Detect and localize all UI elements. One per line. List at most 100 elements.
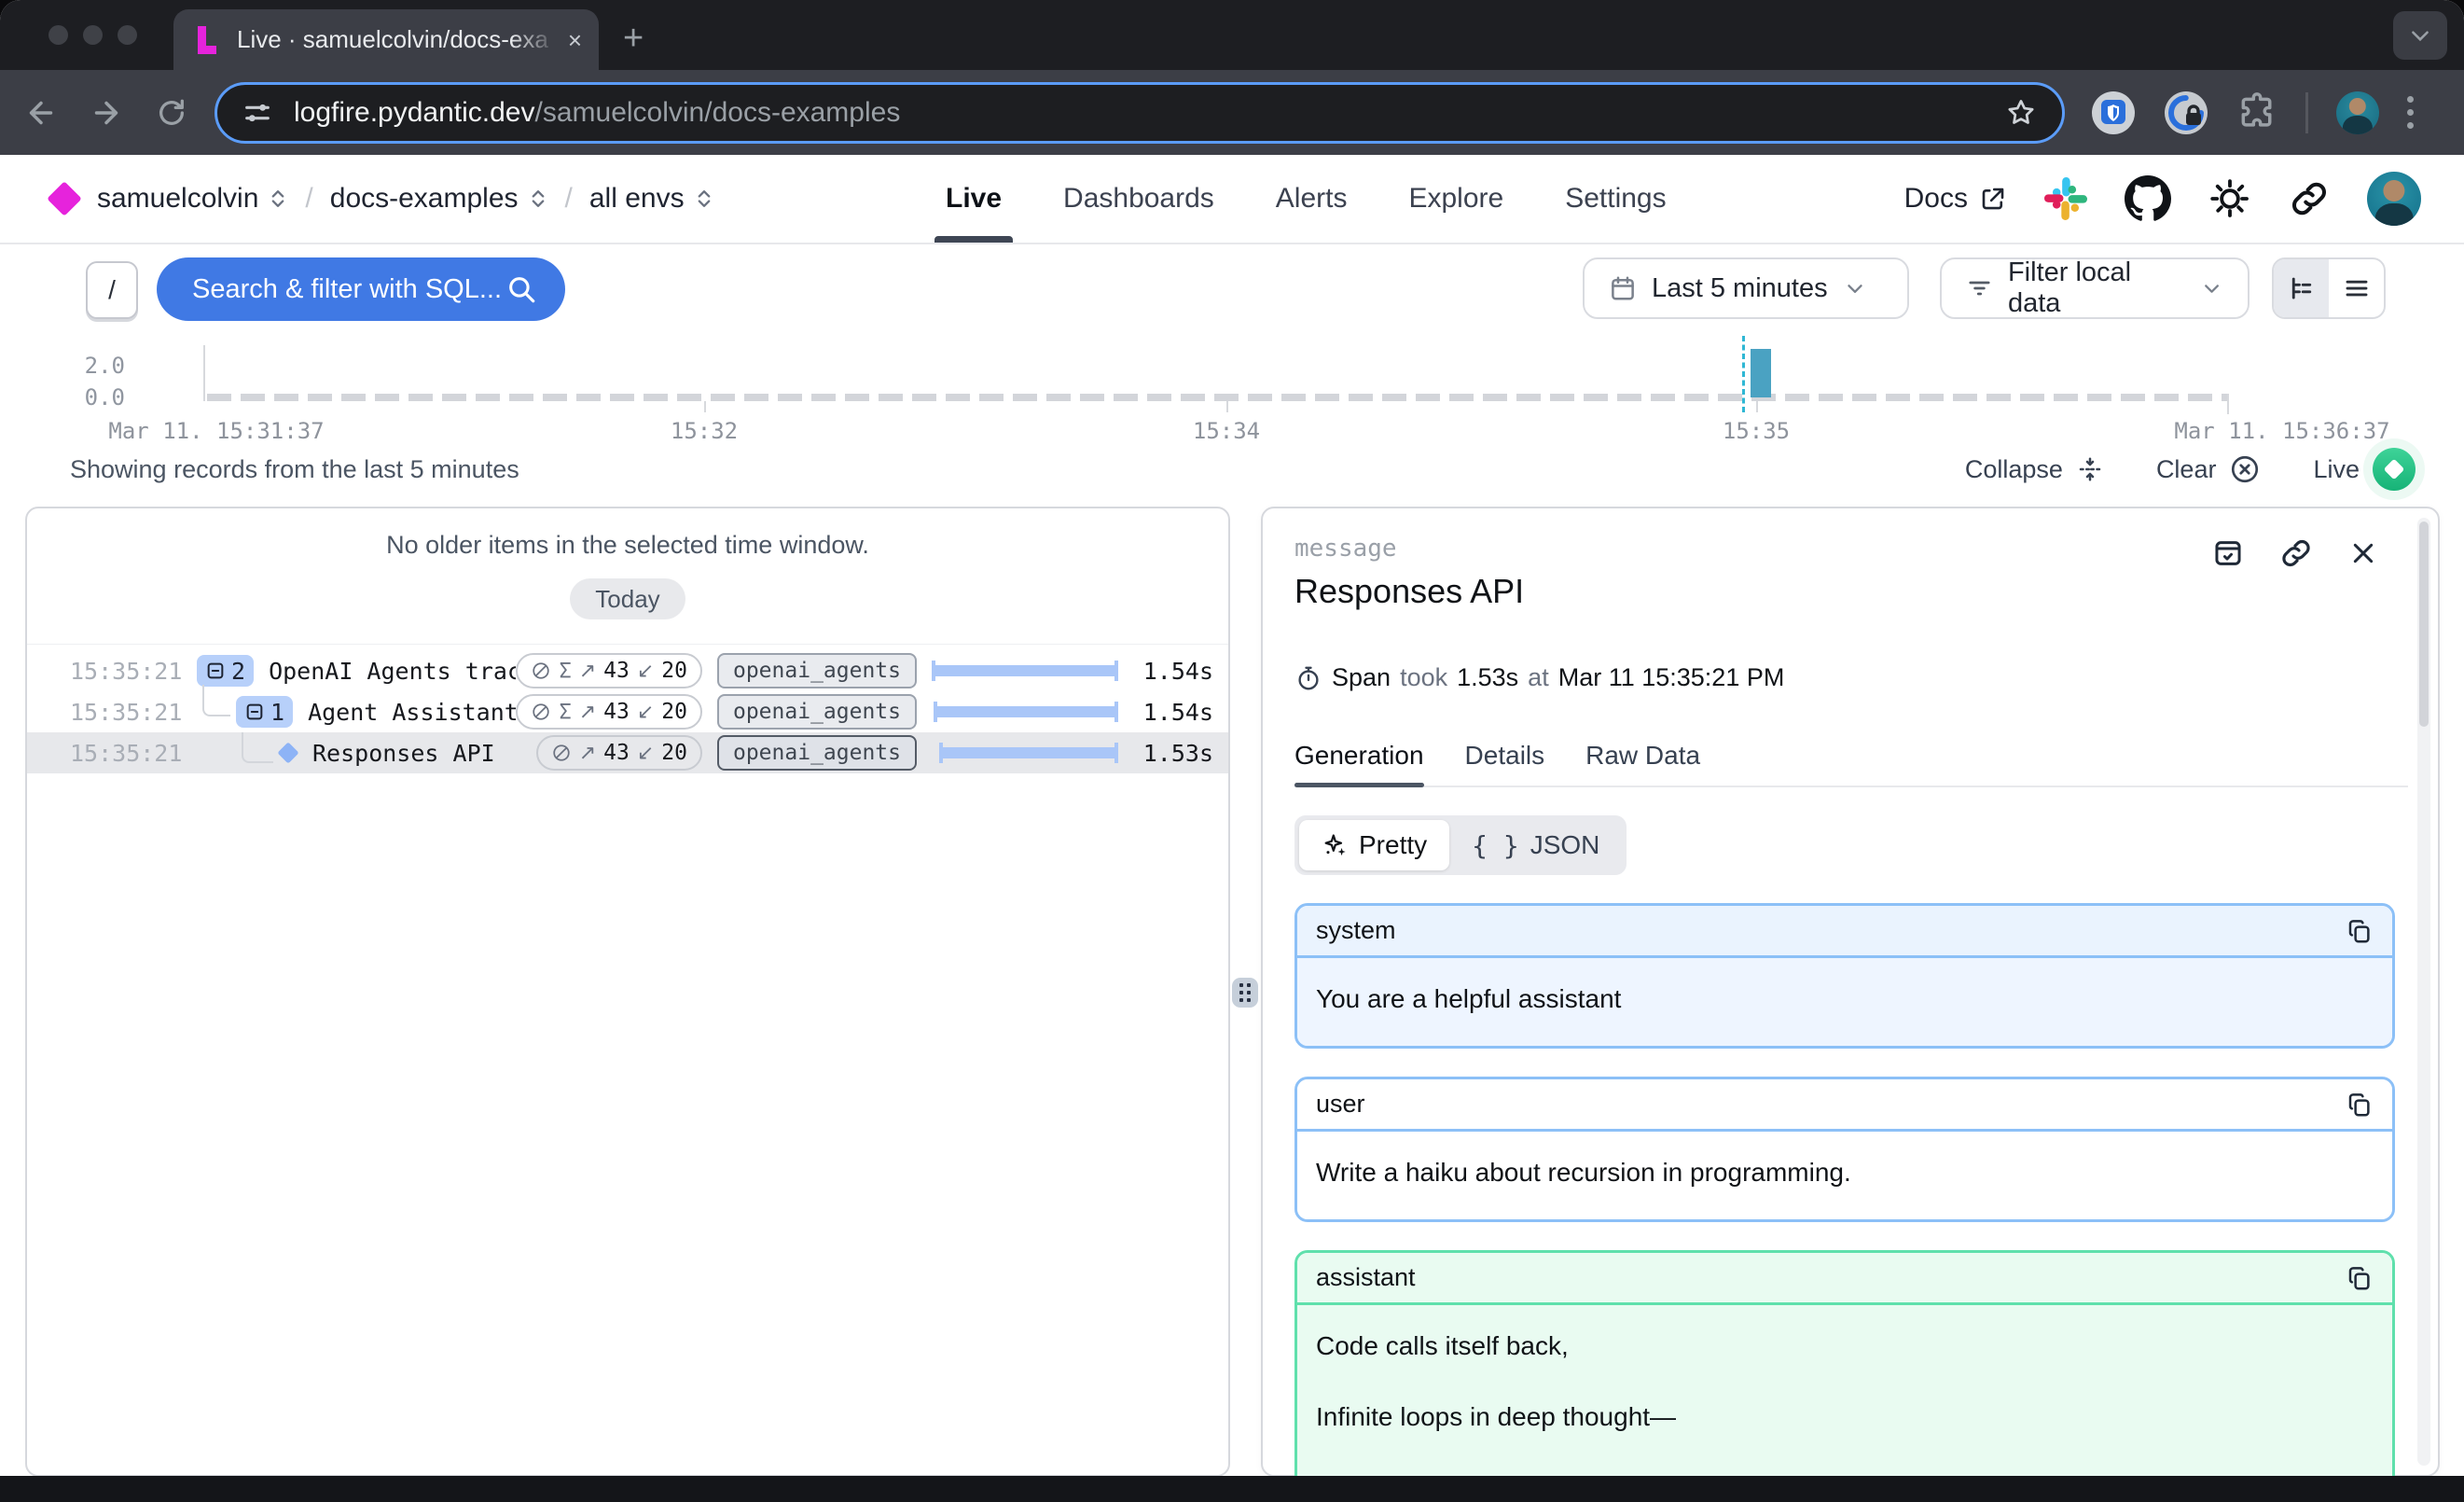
docs-link[interactable]: Docs [1904,183,2007,215]
bookmark-star-icon[interactable] [2004,96,2038,130]
tree-view-button[interactable] [2274,259,2329,317]
link-icon[interactable] [2279,536,2313,570]
message-card-system: system You are a helpful assistant [1294,903,2395,1049]
duration-bar [932,665,1118,676]
search-input[interactable]: Search & filter with SQL... [157,257,565,321]
tab-details[interactable]: Details [1465,741,1545,786]
tab-raw-data[interactable]: Raw Data [1585,741,1700,786]
reload-button[interactable] [151,92,192,133]
tune-icon[interactable] [242,97,273,129]
time-range-dropdown[interactable]: Last 5 minutes [1583,257,1909,319]
chevron-down-icon [2408,23,2432,48]
breadcrumb-org[interactable]: samuelcolvin [97,183,288,215]
url-text[interactable]: logfire.pydantic.dev/samuelcolvin/docs-e… [294,97,2004,129]
record-time: 15:35:21 [70,740,189,767]
live-toggle[interactable]: Live [2313,448,2416,491]
panel-resize-handle[interactable] [1232,978,1258,1008]
timeline-chart[interactable]: 2.0 0.0 Mar 11. 15:31:37 15:32 15:34 15:… [0,328,2464,442]
scope-tag[interactable]: openai_agents [717,653,917,688]
chevrons-up-down-icon [694,187,714,211]
collapse-vertical-icon [2076,455,2104,483]
sun-icon[interactable] [2208,177,2251,220]
browser-tab[interactable]: Live · samuelcolvin/docs-exa × [173,9,599,70]
y-axis [203,345,205,401]
tokens-in-icon: ↗ [579,741,596,765]
list-view-button[interactable] [2329,259,2384,317]
nav-tab-live[interactable]: Live [942,155,1005,243]
token-usage-pill[interactable]: ↗43 ↙20 [536,735,702,771]
records-empty-zone: No older items in the selected time wind… [27,508,1228,645]
github-icon[interactable] [2125,175,2171,222]
record-time: 15:35:21 [70,658,189,685]
collapse-badge[interactable]: 1 [236,696,293,728]
window-controls[interactable] [48,25,137,45]
message-card-user: user Write a haiku about recursion in pr… [1294,1077,2395,1222]
local-filter-dropdown[interactable]: Filter local data [1940,257,2249,319]
pretty-button[interactable]: Pretty [1299,820,1449,870]
detail-scrollbar[interactable] [2417,518,2430,1466]
puzzle-extensions-icon[interactable] [2236,92,2277,133]
scope-tag[interactable]: openai_agents [717,694,917,730]
bitwarden-icon[interactable] [2091,90,2136,135]
privacy-extension-icon[interactable] [2164,90,2208,135]
toolbar-separator [2305,92,2308,133]
record-time: 15:35:21 [70,699,189,726]
record-row[interactable]: 15:35:21 1 Agent Assistant Σ ↗43 ↙20 ope… [27,691,1228,732]
duration-bar-cell [932,742,1124,764]
span-meta: Span took 1.53s at Mar 11 15:35:21 PM [1294,663,2406,692]
header-actions: Docs [1904,155,2421,243]
message-text: Code calls itself back, Infinite loops i… [1297,1305,2392,1502]
window-zoom-button[interactable] [118,25,137,45]
back-button[interactable] [21,92,62,133]
tab-search-button[interactable] [2393,11,2447,60]
token-usage-pill[interactable]: Σ ↗43 ↙20 [516,694,702,730]
new-tab-button[interactable]: + [623,21,644,56]
slash-shortcut-key[interactable]: / [86,261,138,319]
nav-tab-dashboards[interactable]: Dashboards [1059,155,1218,243]
browser-menu-button[interactable] [2407,96,2414,129]
copy-icon[interactable] [2346,1091,2374,1119]
search-placeholder: Search & filter with SQL... [192,274,505,305]
copy-icon[interactable] [2346,917,2374,945]
stopwatch-icon [1294,664,1322,692]
slack-icon[interactable] [2044,177,2087,220]
window-close-button[interactable] [48,25,68,45]
browser-profile-avatar[interactable] [2336,91,2379,134]
nav-tab-alerts[interactable]: Alerts [1272,155,1351,243]
nav-tab-settings[interactable]: Settings [1561,155,1669,243]
tokens-in-icon: ↗ [579,700,596,724]
breadcrumb-env[interactable]: all envs [589,183,714,215]
copy-icon[interactable] [2346,1264,2374,1292]
url-bar[interactable]: logfire.pydantic.dev/samuelcolvin/docs-e… [215,82,2065,144]
close-icon[interactable] [2348,538,2378,568]
tab-generation[interactable]: Generation [1294,741,1424,786]
timeline-bar[interactable] [1751,349,1771,397]
panel-check-icon[interactable] [2212,537,2244,569]
message-text: You are a helpful assistant [1297,958,2392,1046]
duration-bar-cell [932,701,1124,723]
window-minimize-button[interactable] [83,25,103,45]
nav-tab-explore[interactable]: Explore [1405,155,1507,243]
user-avatar[interactable] [2367,172,2421,226]
live-indicator-icon [2373,448,2416,491]
today-pill[interactable]: Today [570,578,685,619]
breadcrumb-project[interactable]: docs-examples [330,183,548,215]
token-usage-pill[interactable]: Σ ↗43 ↙20 [516,653,702,688]
json-button[interactable]: { } JSON [1449,820,1622,870]
collapse-button[interactable]: Collapse [1965,455,2104,484]
pen-slash-icon [531,661,551,681]
chevrons-up-down-icon [268,187,288,211]
collapse-badge[interactable]: 2 [197,655,254,687]
clear-button[interactable]: Clear [2156,453,2262,485]
calendar-icon [1609,274,1637,302]
axis-end-tick [2227,394,2229,414]
duration-text: 1.54s [1124,658,1213,685]
chevron-down-icon [2200,276,2223,300]
tab-close-icon[interactable]: × [568,28,582,52]
link-icon[interactable] [2289,178,2330,219]
detail-tabs: Generation Details Raw Data [1294,741,2406,786]
forward-button[interactable] [86,92,127,133]
scope-tag[interactable]: openai_agents [717,735,917,771]
sigma-icon: Σ [559,660,571,683]
record-row-selected[interactable]: 15:35:21 Responses API ↗43 ↙20 openai_ag… [27,732,1228,773]
